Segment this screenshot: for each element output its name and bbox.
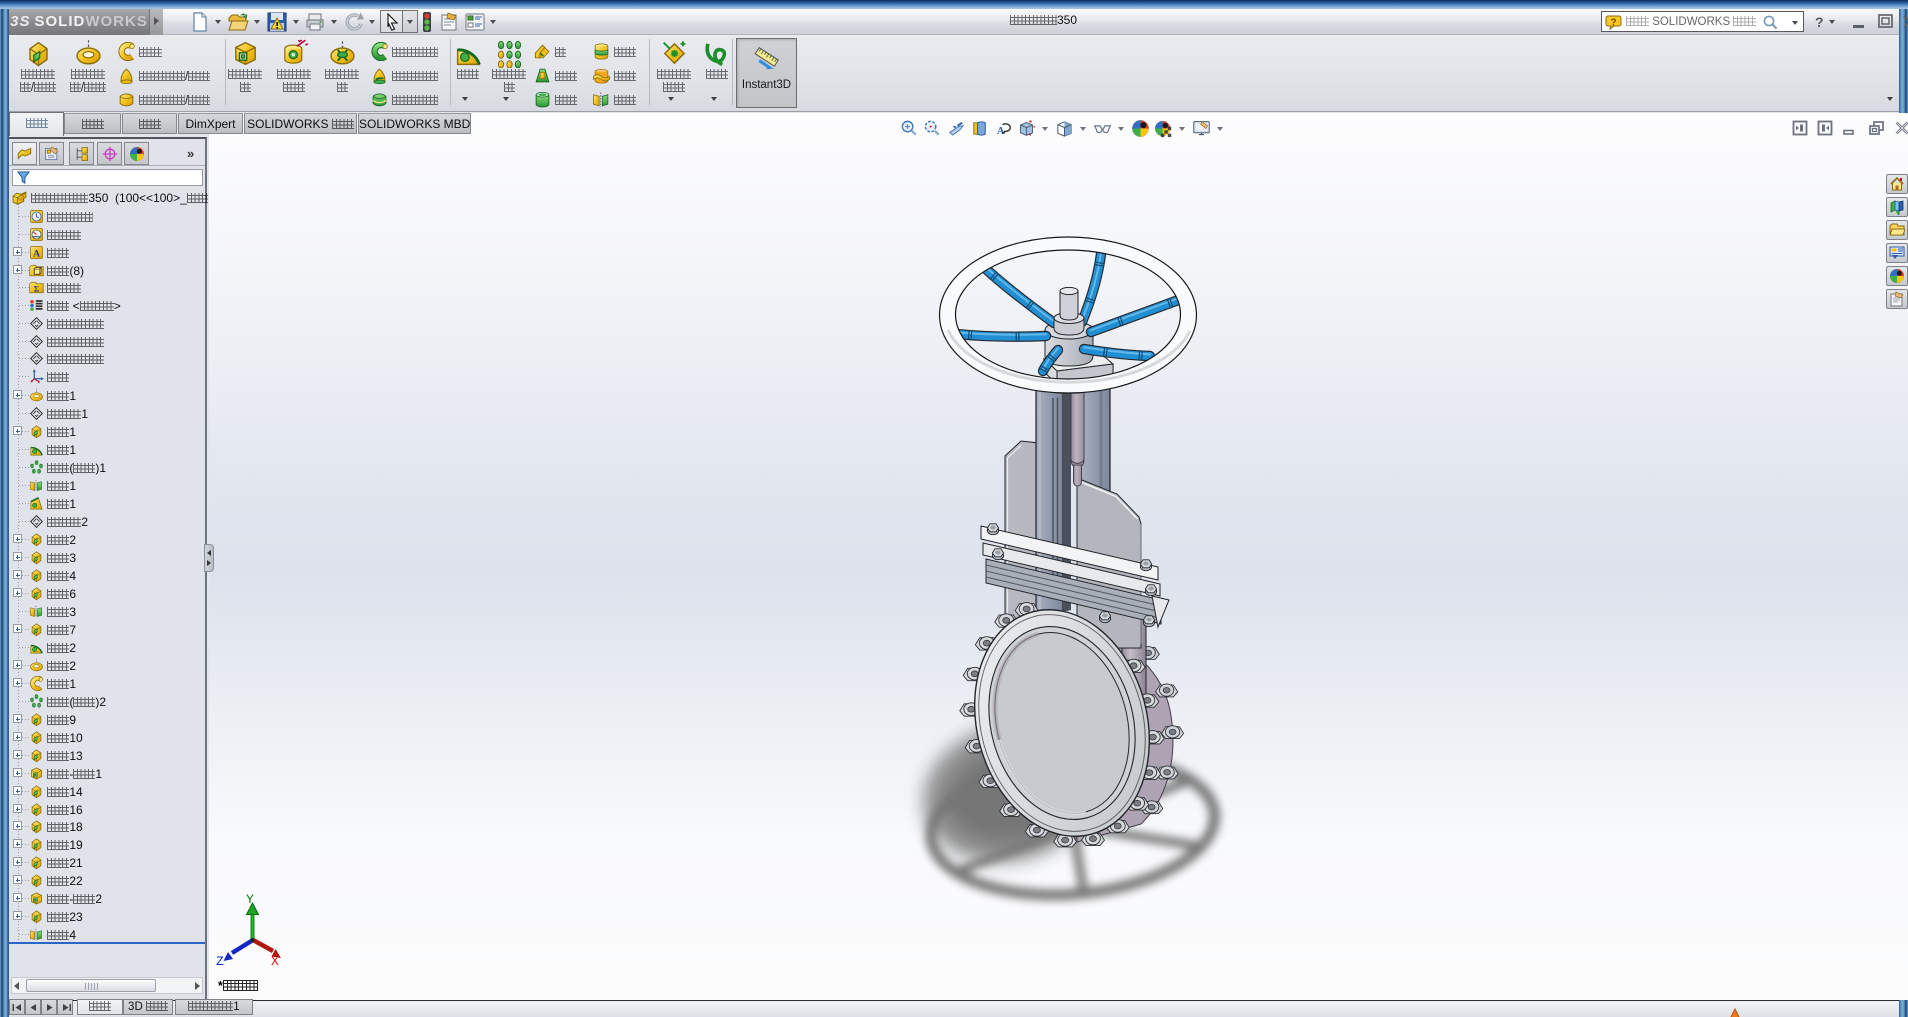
svg-text:Z: Z (216, 954, 224, 969)
svg-text:X: X (271, 954, 279, 969)
svg-text:?: ? (1610, 18, 1616, 29)
